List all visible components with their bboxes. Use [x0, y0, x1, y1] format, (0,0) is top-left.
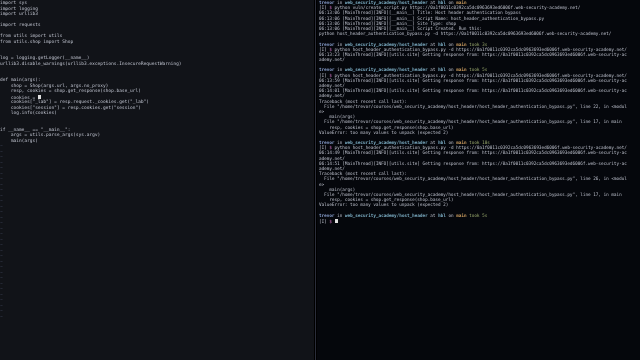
code-text: import requests	[0, 23, 41, 28]
code-text: main(args)	[0, 138, 38, 144]
code-text: log = logging.getLogger(__name__)	[0, 56, 90, 61]
command-text: python host_header_authentication_bypass…	[334, 47, 627, 53]
output-line: python host_header_authentication_bypass…	[319, 32, 612, 38]
output-line: 06:14:49 [MainThread][INFO][utils.site] …	[319, 151, 627, 157]
code-text: import urllib3	[0, 12, 38, 17]
code-text: import sys	[0, 1, 28, 6]
prompt-word: at	[430, 213, 436, 219]
prompt-word: in	[337, 213, 343, 219]
prompt-dir: web_security_academy/host_header	[344, 213, 428, 219]
code-text: args = utils.parse_args(sys.argv)	[0, 133, 101, 138]
code-text: if __name__ == "__main__":	[0, 127, 71, 133]
terminal-cursor	[334, 218, 338, 224]
code-editor-pane[interactable]: import sys import logging import urllib3 im…	[0, 0, 314, 360]
code-text: log.info(cookies)	[0, 111, 57, 116]
code-text: from utils import utils	[0, 34, 63, 39]
code-text: urllib3.disable_warnings(urllib3.excepti…	[0, 61, 182, 67]
prompt-status: [I]	[319, 47, 330, 53]
prompt-sign: $	[329, 47, 332, 53]
output-line: File "/home/trevor/courses/web_security_…	[319, 177, 627, 183]
output-line: File "/home/trevor/courses/web_security_…	[319, 120, 622, 126]
terminal-pane[interactable]: trevor in web_security_academy/host_head…	[317, 0, 640, 360]
text-cursor	[37, 94, 41, 99]
code-text: def main(args):	[0, 78, 41, 83]
output-line: File "/home/trevor/courses/web_security_…	[319, 104, 627, 110]
code-text: import logging	[0, 6, 38, 12]
prompt-status: [I]	[319, 73, 330, 79]
prompt-status: [I]	[319, 219, 330, 225]
output-line: 06:13:23 [MainThread][INFO][utils.site] …	[319, 52, 627, 58]
command-line[interactable]: [I] $	[317, 218, 640, 225]
prompt-sign: $	[329, 73, 332, 79]
output-line: 06:14:51 [MainThread][INFO][utils.site] …	[319, 161, 627, 167]
code-text: cookies["_lab"] = resp.request._cookies.…	[0, 100, 150, 105]
prompt-branch: main	[456, 213, 467, 219]
empty-buffer-line: ~	[0, 314, 3, 320]
output-line: 06:13:59 [MainThread][INFO][utils.site] …	[319, 78, 627, 84]
pane-divider[interactable]	[315, 0, 316, 360]
prompt-host: hbl	[438, 213, 446, 219]
prompt-word: on	[448, 213, 454, 219]
code-text: from utils.shop import Shop	[0, 39, 74, 45]
prompt-user: trevor	[319, 213, 335, 219]
command-text: python host_header_authentication_bypass…	[334, 73, 627, 79]
prompt-sign: $	[329, 219, 332, 225]
code-text: resp, cookies = shop.get_response(shop.b…	[0, 89, 141, 94]
code-text: cookies["session"] = resp.cookies.get("s…	[0, 105, 141, 111]
code-text: shop = Shop(args.url, args.no_proxy)	[0, 83, 109, 89]
command-duration: took 5s	[469, 213, 488, 219]
output-line: 06:14:01 [MainThread][INFO][utils.site] …	[319, 89, 627, 95]
